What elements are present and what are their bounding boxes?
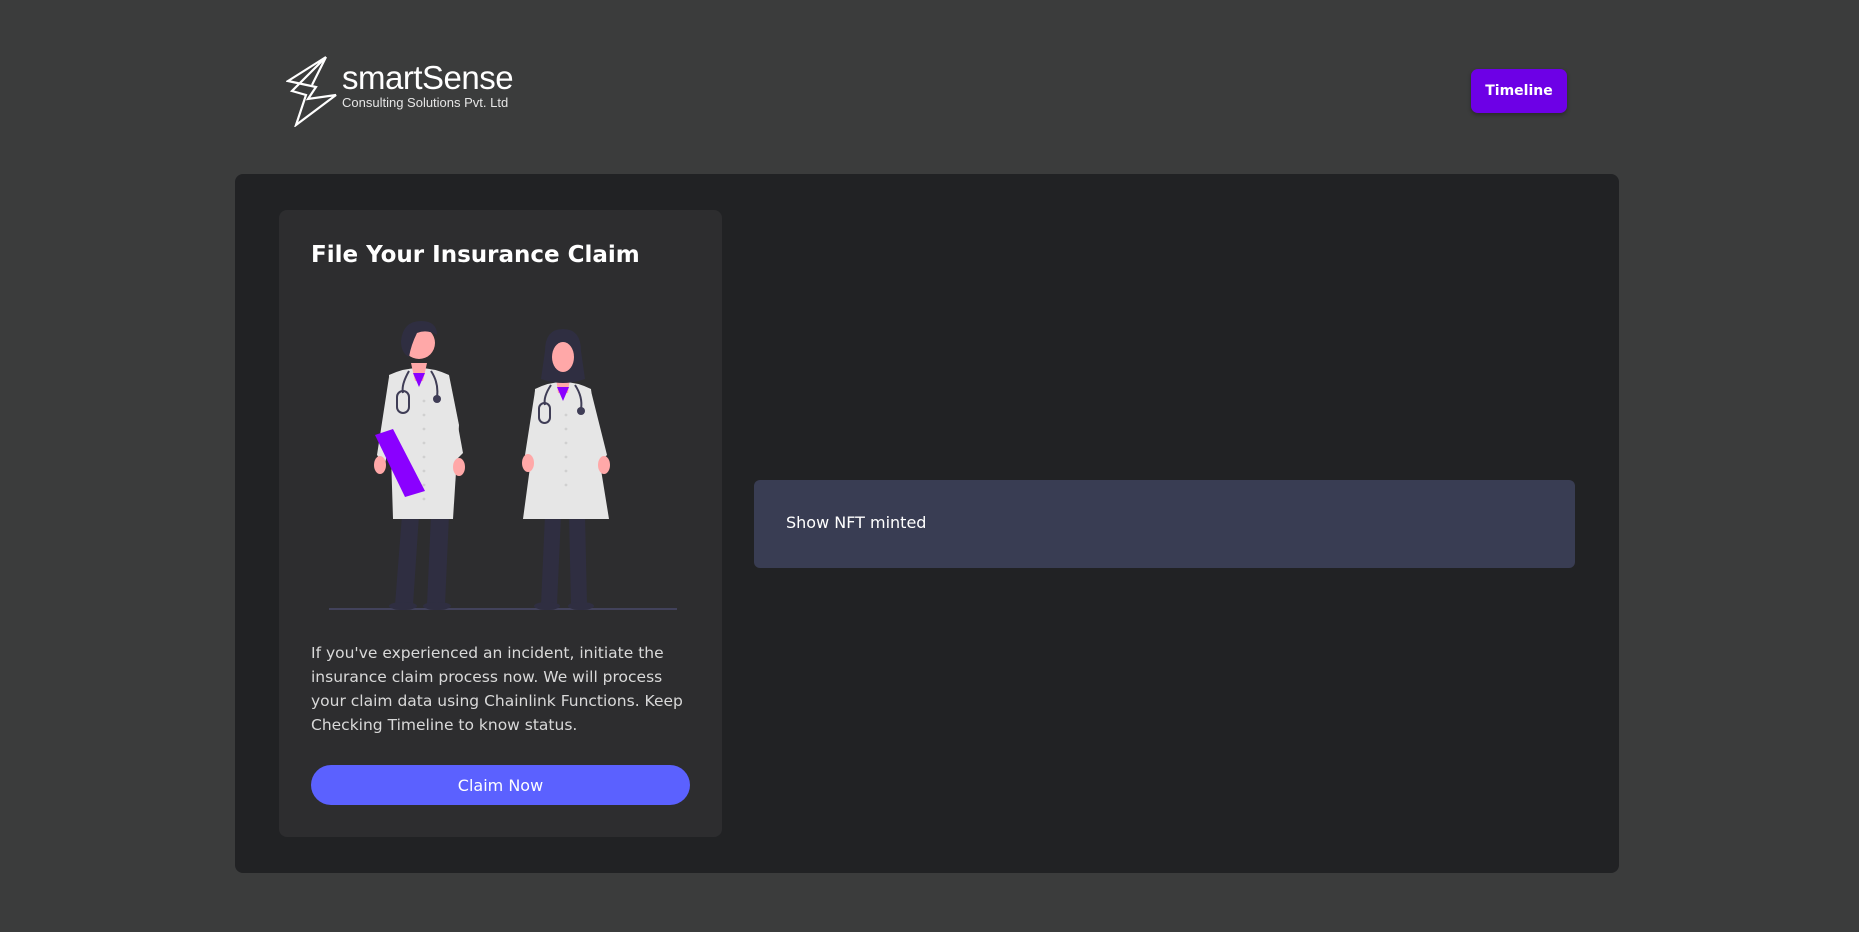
header: smartSense Consulting Solutions Pvt. Ltd… [0, 0, 1859, 174]
company-logo[interactable]: smartSense Consulting Solutions Pvt. Ltd [286, 55, 526, 127]
nft-minted-label: Show NFT minted [786, 513, 927, 532]
doctors-illustration [329, 321, 677, 610]
logo-subtitle: Consulting Solutions Pvt. Ltd [342, 95, 509, 110]
lightning-logo-icon [286, 56, 337, 127]
main-panel: File Your Insurance Claim If you've expe… [235, 174, 1619, 873]
claim-description: If you've experienced an incident, initi… [311, 644, 683, 734]
doctor-right [522, 329, 610, 610]
timeline-button[interactable]: Timeline [1471, 69, 1567, 113]
doctor-left [374, 321, 465, 610]
claim-now-button[interactable]: Claim Now [311, 765, 690, 805]
card-title: File Your Insurance Claim [311, 242, 640, 268]
claim-card: File Your Insurance Claim If you've expe… [279, 210, 722, 837]
logo-name: smartSense [342, 59, 514, 96]
nft-minted-panel[interactable]: Show NFT minted [754, 480, 1575, 568]
